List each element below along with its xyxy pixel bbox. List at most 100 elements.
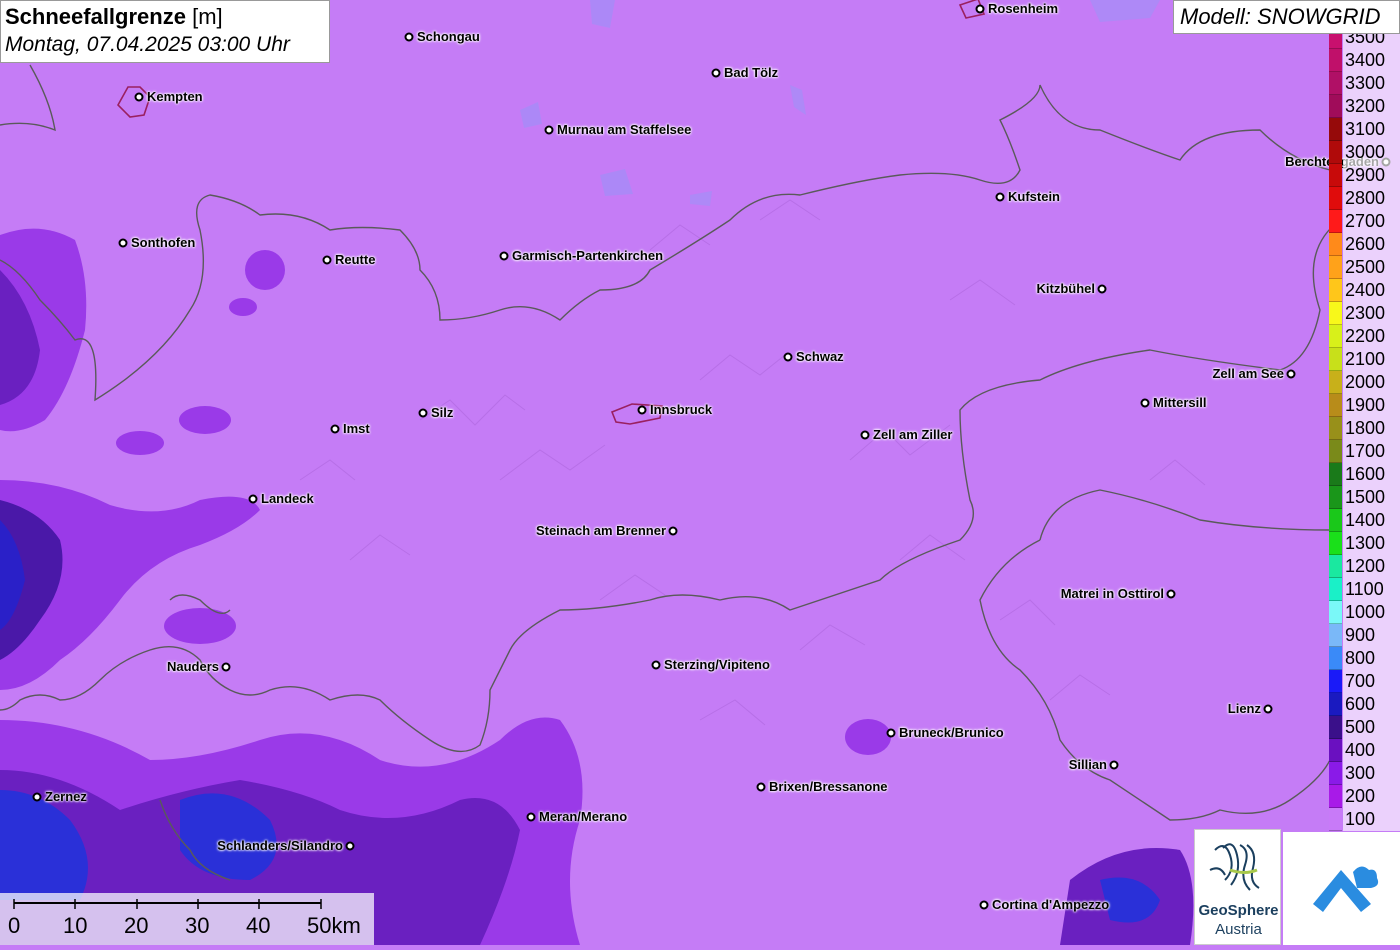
city-label: Sonthofen: [131, 235, 196, 250]
legend-label: 1100: [1343, 578, 1400, 601]
legend-row: 300: [1329, 762, 1400, 785]
snowfall-limit-map[interactable]: [0, 0, 1400, 945]
geosphere-logo[interactable]: GeoSphere Austria: [1194, 829, 1281, 945]
legend-row: 900: [1329, 624, 1400, 647]
legend-swatch: [1329, 49, 1342, 72]
legend-label: 3300: [1343, 72, 1400, 95]
legend-swatch: [1329, 463, 1342, 486]
city-label: Meran/Merano: [539, 809, 628, 824]
legend-label: 400: [1343, 739, 1400, 762]
legend-row: 2700: [1329, 210, 1400, 233]
legend-label: 700: [1343, 670, 1400, 693]
snowgrid-logo[interactable]: [1283, 832, 1400, 945]
legend-label: 2400: [1343, 279, 1400, 302]
legend-swatch: [1329, 716, 1342, 739]
legend-label: 3000: [1343, 141, 1400, 164]
legend-swatch: [1329, 509, 1342, 532]
scale-bar-line: [13, 899, 322, 909]
legend-row: 2200: [1329, 325, 1400, 348]
legend-swatch: [1329, 302, 1342, 325]
city-label: Bruneck/Brunico: [899, 725, 1004, 740]
legend-row: 2900: [1329, 164, 1400, 187]
legend-label: 300: [1343, 762, 1400, 785]
logo-line2: Austria: [1215, 921, 1262, 938]
legend-label: 2300: [1343, 302, 1400, 325]
city-label: Steinach am Brenner: [535, 523, 666, 538]
city-label: Rosenheim: [988, 1, 1059, 16]
legend-row: 700: [1329, 670, 1400, 693]
legend-swatch: [1329, 72, 1342, 95]
legend-swatch: [1329, 348, 1342, 371]
legend-swatch: [1329, 325, 1342, 348]
model-label: Modell: SNOWGRID: [1173, 0, 1400, 34]
legend-swatch: [1329, 210, 1342, 233]
legend-label: 600: [1343, 693, 1400, 716]
legend-swatch: [1329, 187, 1342, 210]
legend-swatch: [1329, 371, 1342, 394]
legend-swatch: [1329, 532, 1342, 555]
legend-row: 800: [1329, 647, 1400, 670]
legend-swatch: [1329, 601, 1342, 624]
logo-line1: GeoSphere: [1198, 902, 1279, 919]
legend-label: 100: [1343, 808, 1400, 831]
legend-swatch: [1329, 141, 1342, 164]
legend-label: 2800: [1343, 187, 1400, 210]
title-unit: [m]: [192, 4, 223, 29]
legend-row: 1200: [1329, 555, 1400, 578]
legend-label: 2700: [1343, 210, 1400, 233]
legend-label: 2200: [1343, 325, 1400, 348]
legend-row: 3400: [1329, 49, 1400, 72]
legend-swatch: [1329, 95, 1342, 118]
city-label: Brixen/Bressanone: [769, 779, 888, 794]
city-label: Imst: [343, 421, 370, 436]
map-title-box: Schneefallgrenze [m] Montag, 07.04.2025 …: [0, 0, 330, 63]
scale-tick-50km: 50km: [307, 913, 361, 938]
city-label: Bad Tölz: [724, 65, 779, 80]
legend-swatch: [1329, 279, 1342, 302]
legend-row: 1300: [1329, 532, 1400, 555]
legend-label: 1700: [1343, 440, 1400, 463]
legend-row: 1600: [1329, 463, 1400, 486]
city-label: Zell am Ziller: [873, 427, 953, 442]
legend-swatch: [1329, 118, 1342, 141]
legend-row: 3200: [1329, 95, 1400, 118]
city-label: Schwaz: [796, 349, 844, 364]
city-label: Schlanders/Silandro: [217, 838, 343, 853]
legend-swatch: [1329, 739, 1342, 762]
legend-swatch: [1329, 555, 1342, 578]
legend-row: 100: [1329, 808, 1400, 831]
snow-mountain-icon: [1313, 866, 1379, 912]
city-label: Kitzbühel: [1036, 281, 1096, 296]
legend-swatch: [1329, 256, 1342, 279]
legend-row: 3500: [1329, 34, 1400, 49]
scale-tick-0: 0: [8, 913, 21, 938]
legend-row: 2400: [1329, 279, 1400, 302]
legend-row: 500: [1329, 716, 1400, 739]
legend-swatch: [1329, 624, 1342, 647]
legend-label: 1800: [1343, 417, 1400, 440]
city-label: Schongau: [417, 29, 480, 44]
legend-label: 3500: [1343, 34, 1400, 49]
legend-swatch: [1329, 808, 1342, 831]
city-label: Landeck: [261, 491, 314, 506]
legend-label: 1600: [1343, 463, 1400, 486]
scale-tick-20: 20: [124, 913, 149, 938]
legend-label: 200: [1343, 785, 1400, 808]
legend-label: 3200: [1343, 95, 1400, 118]
legend-row: 3000: [1329, 141, 1400, 164]
legend-swatch: [1329, 670, 1342, 693]
city-label: Matrei in Osttirol: [1060, 586, 1164, 601]
legend-swatch: [1329, 647, 1342, 670]
legend-swatch: [1329, 34, 1342, 49]
legend-row: 2800: [1329, 187, 1400, 210]
legend-swatch: [1329, 164, 1342, 187]
legend-row: 3300: [1329, 72, 1400, 95]
legend-label: 3400: [1343, 49, 1400, 72]
legend-label: 2000: [1343, 371, 1400, 394]
scale-tick-30: 30: [185, 913, 210, 938]
city-label: Nauders: [166, 659, 219, 674]
legend-label: 1200: [1343, 555, 1400, 578]
legend-row: 1400: [1329, 509, 1400, 532]
city-label: Garmisch-Partenkirchen: [512, 248, 664, 263]
scale-tick-40: 40: [246, 913, 271, 938]
